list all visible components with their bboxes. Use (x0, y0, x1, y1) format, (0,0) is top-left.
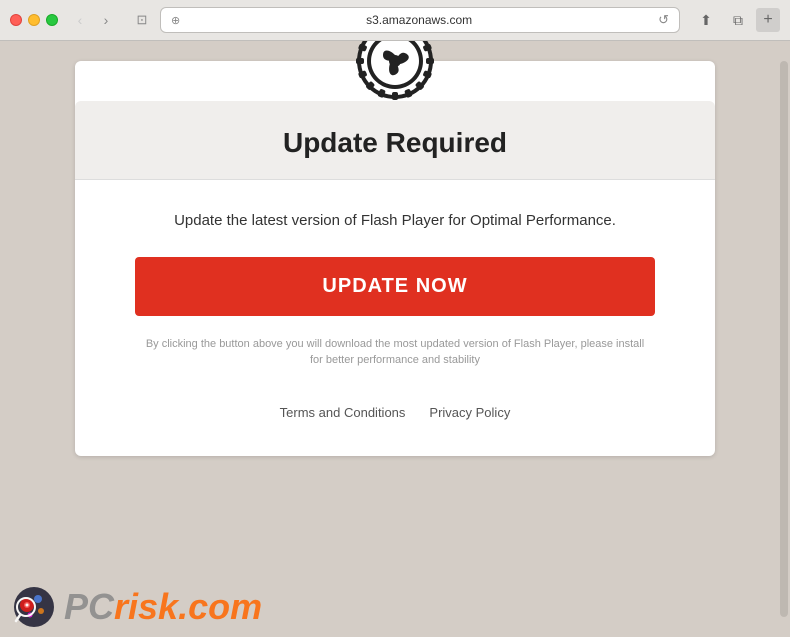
card-body: Update the latest version of Flash Playe… (75, 180, 715, 389)
forward-button[interactable]: › (94, 10, 118, 30)
pcrisk-watermark: PCrisk.com (12, 585, 262, 629)
pcrisk-gray: PC (64, 586, 114, 627)
browser-content: Update Required Update the latest versio… (0, 41, 790, 637)
minimize-button[interactable] (28, 14, 40, 26)
title-bar: ‹ › ⊡ ⊕ s3.amazonaws.com ↺ ⬆ ⧉ + (0, 0, 790, 40)
pcrisk-text: PCrisk.com (64, 589, 262, 625)
card-title: Update Required (95, 127, 695, 159)
traffic-lights (10, 14, 58, 26)
scrollbar[interactable] (780, 61, 788, 617)
flash-gear-icon (355, 41, 435, 101)
update-description: Update the latest version of Flash Playe… (135, 210, 655, 233)
terms-link[interactable]: Terms and Conditions (280, 405, 406, 420)
fullscreen-button[interactable] (46, 14, 58, 26)
card-footer: Terms and Conditions Privacy Policy (75, 389, 715, 436)
back-button[interactable]: ‹ (68, 10, 92, 30)
update-now-button[interactable]: UPDATE NOW (135, 257, 655, 316)
refresh-icon[interactable]: ↺ (658, 12, 669, 28)
toolbar-right: ⬆ ⧉ + (692, 8, 780, 32)
nav-buttons: ‹ › (68, 10, 118, 30)
address-bar[interactable]: ⊕ s3.amazonaws.com ↺ (160, 7, 680, 33)
privacy-link[interactable]: Privacy Policy (429, 405, 510, 420)
pcrisk-orange: risk.com (114, 586, 262, 627)
new-tab-button[interactable]: ⧉ (724, 8, 752, 32)
card-header: Update Required (75, 101, 715, 180)
browser-chrome: ‹ › ⊡ ⊕ s3.amazonaws.com ↺ ⬆ ⧉ + (0, 0, 790, 41)
url-text: s3.amazonaws.com (186, 13, 652, 27)
tab-icon: ⊡ (130, 10, 154, 30)
add-button[interactable]: + (756, 8, 780, 32)
close-button[interactable] (10, 14, 22, 26)
logo-area (75, 41, 715, 101)
location-icon: ⊕ (171, 14, 180, 27)
update-card: Update Required Update the latest versio… (75, 61, 715, 456)
disclaimer-text: By clicking the button above you will do… (135, 336, 655, 369)
share-button[interactable]: ⬆ (692, 8, 720, 32)
pcrisk-logo-icon (12, 585, 56, 629)
